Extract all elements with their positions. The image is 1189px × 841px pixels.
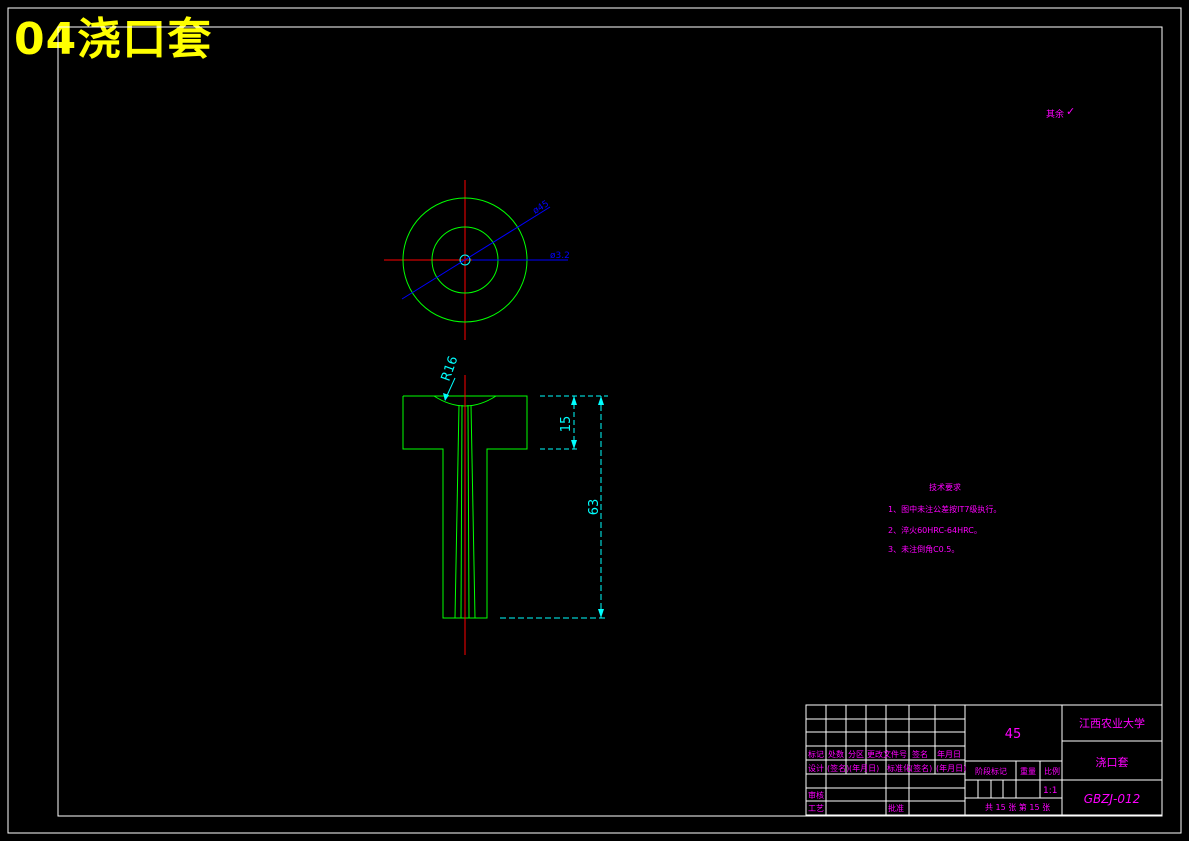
dim63-arrow-top-icon xyxy=(598,396,604,405)
dia-outer-leader xyxy=(401,206,551,300)
hdr-count: 处数 xyxy=(828,749,844,759)
hdr-sign: 签名 xyxy=(912,749,928,759)
front-view: R16 15 63 xyxy=(402,354,608,655)
tech-heading: 技术要求 xyxy=(929,482,961,492)
hdr-date: 年月日 xyxy=(937,749,961,759)
outer-frame xyxy=(7,7,1182,834)
cad-drawing: 其余 ✓ ø45 ø3.2 R16 15 63 技术要求 1、图中未注公差按IT… xyxy=(7,7,1182,834)
tech-requirements: 技术要求 1、图中未注公差按IT7级执行。 2、淬火60HRC-64HRC。 3… xyxy=(888,482,1001,554)
hdr-date-paren: (年月日) xyxy=(849,763,879,773)
dim63-label: 63 xyxy=(587,499,602,516)
hdr-design: 设计 xyxy=(808,763,824,773)
hdr-weight: 重量 xyxy=(1020,766,1036,776)
hdr-stage-mark: 阶段标记 xyxy=(975,766,1007,776)
dim15-arrow-bottom-icon xyxy=(571,440,577,449)
inner-line-right-1 xyxy=(470,404,476,619)
sheet-count: 共 15 张 第 15 张 xyxy=(985,802,1050,812)
tech-item-3: 3、未注倒角C0.5。 xyxy=(888,544,959,554)
roughness-label: 其余 xyxy=(1046,108,1064,120)
university-name: 江西农业大学 xyxy=(1079,716,1145,730)
tech-item-1: 1、图中未注公差按IT7级执行。 xyxy=(888,504,1001,514)
material-value: 45 xyxy=(1005,727,1022,742)
hdr-sign-paren-2: (签名) xyxy=(910,763,932,773)
drawing-number: GBZJ-012 xyxy=(1084,792,1141,806)
hdr-scale: 比例 xyxy=(1044,766,1060,776)
roughness-symbol-icon: ✓ xyxy=(1066,105,1075,118)
dia-outer-label: ø45 xyxy=(531,199,551,216)
dia-hole-label: ø3.2 xyxy=(550,251,570,261)
tech-item-2: 2、淬火60HRC-64HRC。 xyxy=(888,525,982,535)
inner-frame xyxy=(57,26,1163,817)
part-name: 浇口套 xyxy=(1096,756,1129,769)
inner-line-right-2 xyxy=(467,404,470,619)
hdr-check: 审核 xyxy=(808,790,824,800)
hdr-change-doc: 更改文件号 xyxy=(867,749,907,759)
hdr-standard: 标准化 xyxy=(887,763,911,773)
hdr-zone: 分区 xyxy=(848,750,864,759)
dim15-arrow-top-icon xyxy=(571,396,577,405)
hdr-date-paren-2: (年月日) xyxy=(936,763,966,773)
scale-value: 1:1 xyxy=(1043,786,1057,796)
inner-line-left-2 xyxy=(460,404,463,619)
hdr-mark: 标记 xyxy=(808,749,824,759)
top-view: ø45 ø3.2 xyxy=(384,180,570,340)
dim15-label: 15 xyxy=(559,416,574,433)
radius-label: R16 xyxy=(439,354,462,383)
hdr-approve: 批准 xyxy=(888,803,904,813)
dim63-arrow-bottom-icon xyxy=(598,609,604,618)
inner-line-left-1 xyxy=(454,404,460,619)
hdr-process: 工艺 xyxy=(808,804,824,813)
hdr-sign-paren: (签名) xyxy=(827,763,849,773)
